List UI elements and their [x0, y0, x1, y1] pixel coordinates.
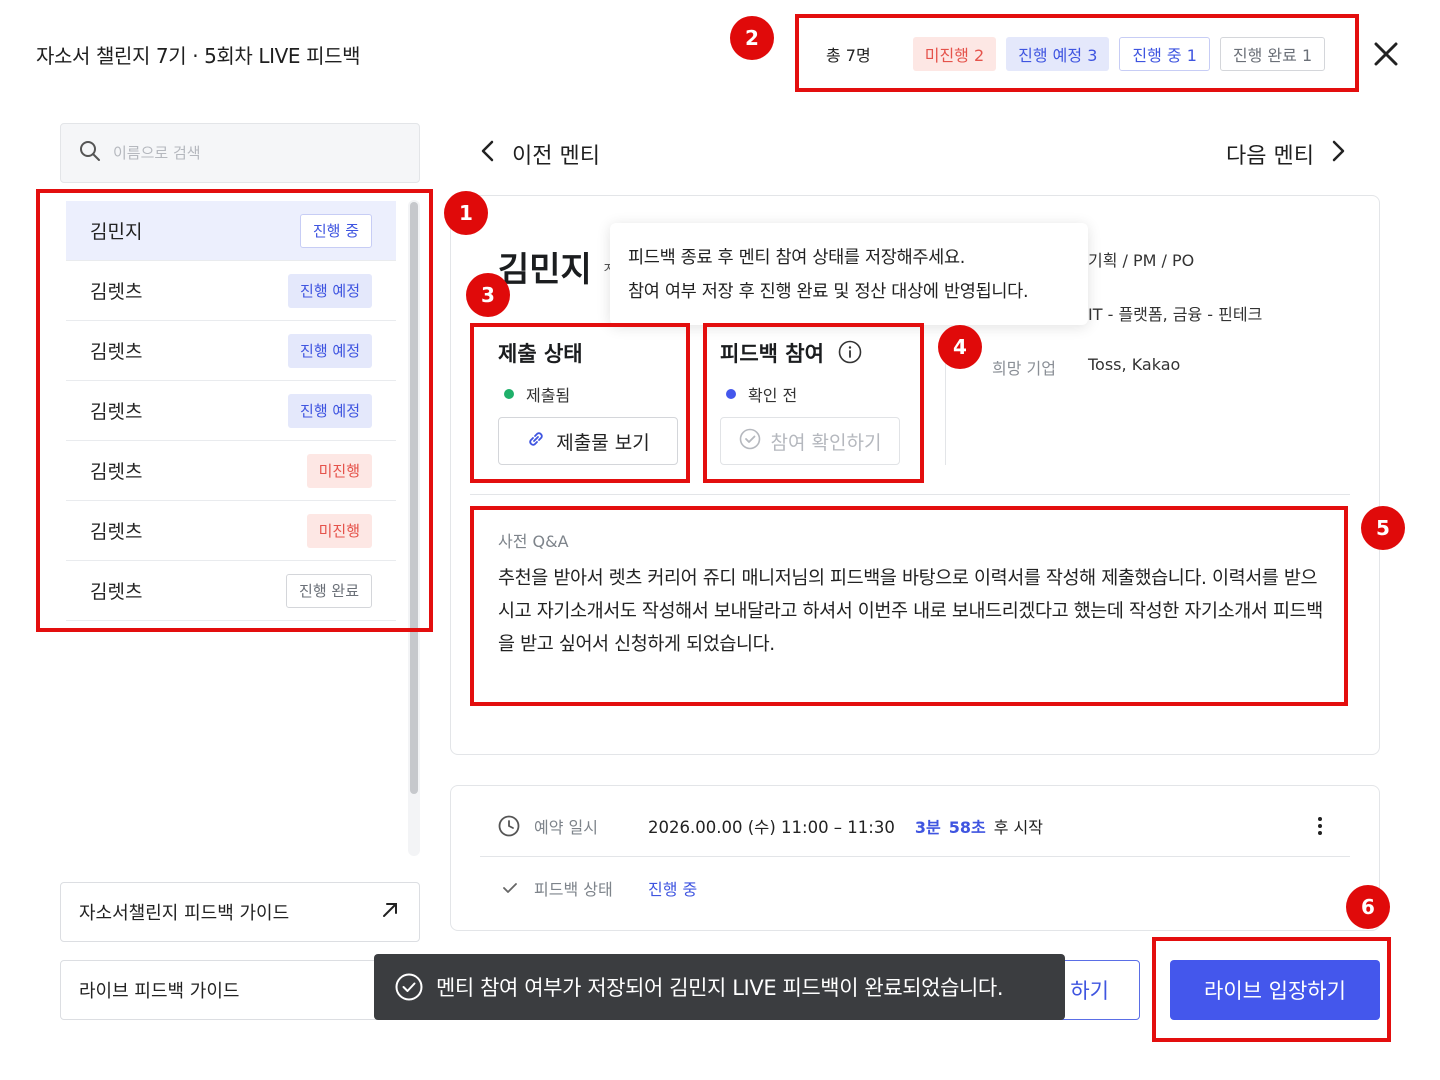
company-label: 희망 기업	[992, 359, 1056, 378]
schedule-card	[450, 785, 1380, 931]
close-icon[interactable]	[1368, 36, 1404, 72]
view-submission-label: 제출물 보기	[556, 431, 650, 454]
prev-mentee-label: 이전 멘티	[512, 144, 600, 169]
next-mentee-label: 다음 멘티	[1226, 144, 1314, 169]
total-count: 총 7명	[826, 46, 871, 65]
modal-title: 자소서 챌린지 7기 · 5회차 LIVE 피드백	[36, 44, 361, 68]
chip-scheduled[interactable]: 진행 예정 3	[1006, 37, 1110, 71]
clock-icon	[498, 815, 520, 837]
annotation-number: 2	[730, 16, 774, 60]
reserve-value: 2026.00.00 (수) 11:00 – 11:30	[648, 818, 895, 837]
next-mentee-button[interactable]: 다음 멘티	[1226, 138, 1348, 170]
mentee-name: 김렛츠	[90, 341, 143, 363]
status-badge: 미진행	[306, 453, 372, 488]
industry-value: IT - 플랫폼, 금융 - 핀테크	[1088, 305, 1263, 324]
scrollbar-thumb[interactable]	[410, 202, 418, 794]
info-icon[interactable]	[838, 340, 862, 368]
feedback-status-value: 진행 중	[648, 880, 698, 899]
countdown-suffix: 후 시작	[993, 818, 1043, 837]
search-box	[60, 123, 420, 183]
tooltip-line: 참여 여부 저장 후 진행 완료 및 정산 대상에 반영됩니다.	[628, 282, 1029, 302]
prev-mentee-button[interactable]: 이전 멘티	[478, 138, 600, 170]
tooltip-line: 피드백 종료 후 멘티 참여 상태를 저장해주세요.	[628, 248, 966, 268]
mentee-detail-name: 김민지	[498, 250, 592, 290]
annotation-number: 4	[938, 325, 982, 369]
toast-notification: 멘티 참여 여부가 저장되어 김민지 LIVE 피드백이 완료되었습니다.	[374, 954, 1065, 1020]
participation-tooltip: 피드백 종료 후 멘티 참여 상태를 저장해주세요. 참여 여부 저장 후 진행…	[610, 223, 1088, 325]
countdown-min: 3분	[914, 818, 941, 837]
annotation-number: 6	[1346, 885, 1390, 929]
enter-live-button[interactable]: 라이브 입장하기	[1170, 960, 1380, 1020]
feedback-modal: 자소서 챌린지 7기 · 5회차 LIVE 피드백 총 7명 미진행 2 진행 …	[0, 0, 1440, 1080]
annotation-number: 1	[444, 191, 488, 235]
more-options-icon[interactable]	[1310, 814, 1330, 842]
confirm-participation-label: 참여 확인하기	[770, 431, 882, 454]
live-guide-label: 라이브 피드백 가이드	[79, 981, 240, 1002]
view-submission-button[interactable]: 제출물 보기	[498, 417, 678, 465]
status-badge: 진행 예정	[288, 393, 372, 428]
mentee-name: 김민지	[90, 221, 143, 243]
list-item[interactable]: 김렛츠 미진행	[66, 441, 396, 501]
link-icon	[526, 429, 546, 454]
status-summary: 총 7명 미진행 2 진행 예정 3 진행 중 1 진행 완료 1	[826, 37, 1326, 71]
participation-title: 피드백 참여	[720, 342, 824, 366]
mentee-name: 김렛츠	[90, 521, 143, 543]
job-value: 기획 / PM / PO	[1088, 251, 1195, 270]
status-badge: 진행 중	[299, 213, 372, 248]
feedback-status-label: 피드백 상태	[534, 880, 613, 899]
chip-not-started[interactable]: 미진행 2	[912, 37, 997, 71]
mentee-name: 김렛츠	[90, 581, 143, 603]
feedback-status-row: 피드백 상태 진행 중	[500, 876, 697, 900]
mentee-name: 김렛츠	[90, 461, 143, 483]
check-circle-icon	[739, 428, 761, 455]
essay-guide-label: 자소서챌린지 피드백 가이드	[79, 903, 290, 924]
chevron-right-icon	[1328, 139, 1348, 169]
participation-status-text: 확인 전	[748, 386, 798, 405]
chevron-left-icon	[478, 139, 498, 169]
status-badge: 진행 완료	[286, 573, 372, 608]
check-circle-icon	[394, 972, 424, 1002]
submission-status-text: 제출됨	[526, 386, 571, 405]
list-item[interactable]: 김렛츠 미진행	[66, 501, 396, 561]
status-dot	[504, 389, 514, 399]
submission-title: 제출 상태	[498, 342, 583, 366]
toast-message: 멘티 참여 여부가 저장되어 김민지 LIVE 피드백이 완료되었습니다.	[436, 976, 1004, 1000]
schedule-divider	[480, 856, 1350, 857]
participation-status: 확인 전	[726, 382, 797, 406]
countdown-sec: 58초	[948, 818, 986, 837]
status-dot	[726, 389, 736, 399]
reserve-row: 예약 일시 2026.00.00 (수) 11:00 – 11:30 3분 58…	[498, 814, 1043, 838]
status-badge: 진행 예정	[288, 333, 372, 368]
list-item[interactable]: 김민지 진행 중	[66, 201, 396, 261]
external-link-icon	[379, 899, 401, 926]
list-item[interactable]: 김렛츠 진행 예정	[66, 381, 396, 441]
list-item[interactable]: 김렛츠 진행 예정	[66, 261, 396, 321]
company-value: Toss, Kakao	[1088, 355, 1181, 374]
live-guide-button[interactable]: 라이브 피드백 가이드	[60, 960, 420, 1020]
reserve-label: 예약 일시	[534, 818, 598, 837]
essay-guide-button[interactable]: 자소서챌린지 피드백 가이드	[60, 882, 420, 942]
check-icon	[500, 878, 520, 898]
status-badge: 미진행	[306, 513, 372, 548]
chip-in-progress[interactable]: 진행 중 1	[1119, 37, 1210, 71]
qa-text: 추천을 받아서 렛츠 커리어 쥬디 매니저님의 피드백을 바탕으로 이력서를 작…	[498, 568, 1323, 655]
mentee-name: 김렛츠	[90, 281, 143, 303]
list-item[interactable]: 김렛츠 진행 예정	[66, 321, 396, 381]
status-badge: 진행 예정	[288, 273, 372, 308]
annotation-number: 5	[1361, 506, 1405, 550]
mentee-name: 김렛츠	[90, 401, 143, 423]
search-icon	[79, 140, 101, 166]
chip-completed[interactable]: 진행 완료 1	[1219, 37, 1326, 71]
confirm-participation-button[interactable]: 참여 확인하기	[720, 417, 900, 465]
annotation-number: 3	[466, 273, 510, 317]
qa-label: 사전 Q&A	[498, 532, 569, 551]
submission-status: 제출됨	[504, 382, 570, 406]
mentee-list: 김민지 진행 중 김렛츠 진행 예정 김렛츠 진행 예정 김렛츠 진행 예정 김…	[66, 201, 396, 621]
list-item[interactable]: 김렛츠 진행 완료	[66, 561, 396, 621]
search-input[interactable]	[113, 144, 393, 162]
horizontal-divider	[470, 494, 1350, 495]
